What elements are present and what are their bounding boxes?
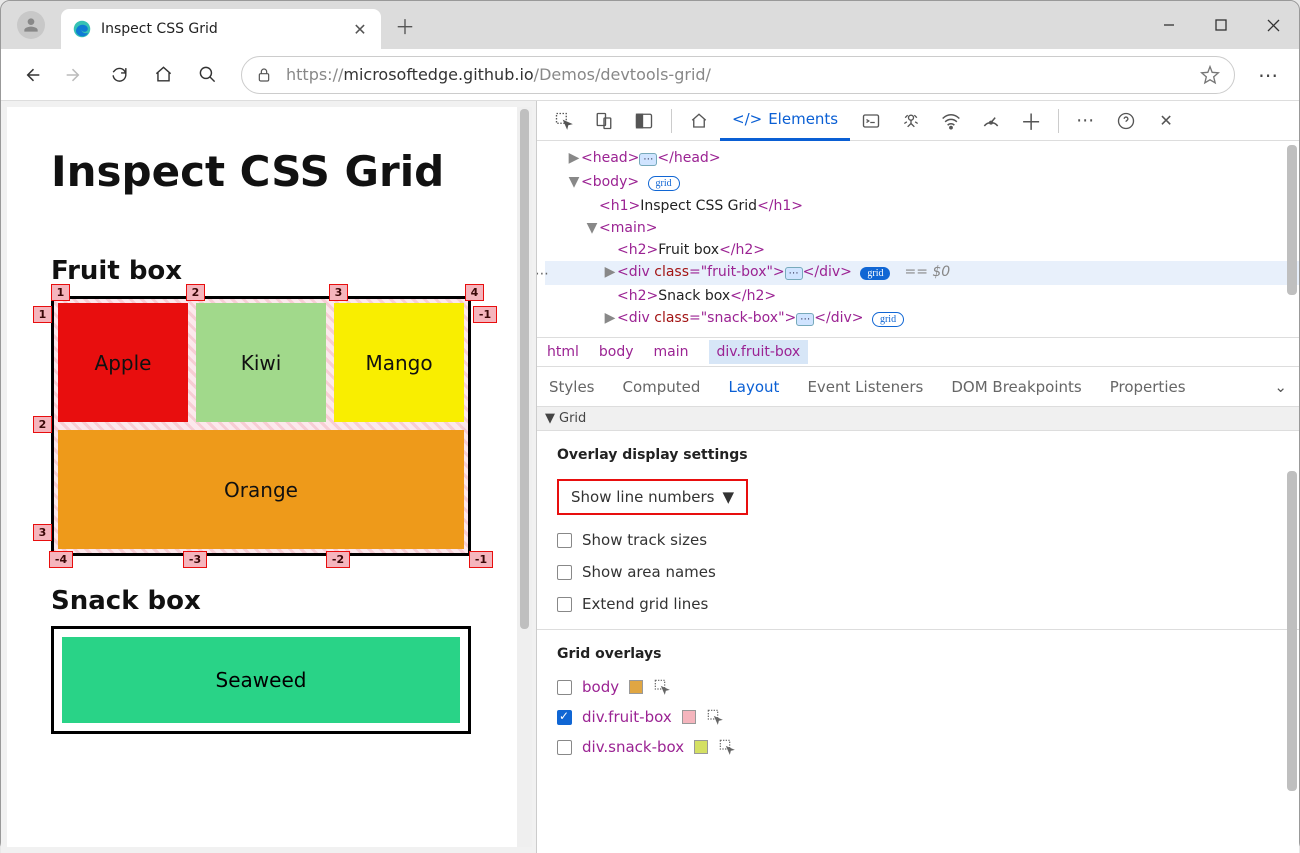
show-track-sizes-checkbox[interactable]: Show track sizes	[557, 531, 1279, 549]
cell-seaweed: Seaweed	[62, 637, 460, 723]
forward-button[interactable]	[55, 55, 95, 95]
line-numbers-dropdown[interactable]: Show line numbers▼	[557, 479, 748, 515]
browser-tab[interactable]: Inspect CSS Grid ✕	[61, 9, 381, 49]
window-maximize-button[interactable]	[1195, 1, 1247, 49]
extend-grid-lines-checkbox[interactable]: Extend grid lines	[557, 595, 1279, 613]
gridline-label: 1	[51, 284, 70, 301]
window-close-button[interactable]	[1247, 1, 1299, 49]
url-scheme: https://	[286, 65, 343, 84]
crumb-selected[interactable]: div.fruit-box	[709, 340, 809, 364]
add-tab-button[interactable]: ＋	[1012, 105, 1050, 137]
url-path: /Demos/devtools-grid/	[534, 65, 711, 84]
overlay-body-row[interactable]: body	[557, 678, 1279, 696]
layout-panel: Overlay display settings Show line numbe…	[537, 431, 1299, 784]
sources-tab-icon[interactable]	[892, 105, 930, 137]
lock-icon	[256, 67, 272, 83]
cell-apple: Apple	[58, 303, 188, 422]
favorite-icon[interactable]	[1200, 65, 1220, 85]
tab-close-button[interactable]: ✕	[351, 20, 369, 38]
snack-box-heading: Snack box	[51, 586, 473, 616]
search-button[interactable]	[187, 55, 227, 95]
gridline-label: 4	[465, 284, 484, 301]
gridline-label: 2	[186, 284, 205, 301]
page-viewport: Inspect CSS Grid Fruit box Apple Kiwi Ma…	[1, 101, 536, 853]
home-button[interactable]	[143, 55, 183, 95]
subtab-event-listeners[interactable]: Event Listeners	[807, 378, 923, 396]
show-area-names-checkbox[interactable]: Show area names	[557, 563, 1279, 581]
grid-overlays-heading: Grid overlays	[557, 646, 1279, 662]
device-emulation-button[interactable]	[585, 105, 623, 137]
elements-tab[interactable]: </>Elements	[720, 101, 850, 141]
gridline-label: -3	[183, 551, 207, 568]
gridline-label: 1	[33, 306, 52, 323]
gridline-label: 3	[33, 524, 52, 541]
profile-avatar[interactable]	[17, 11, 45, 39]
subtab-styles[interactable]: Styles	[549, 378, 595, 396]
layout-scrollbar[interactable]	[1287, 471, 1297, 791]
subtab-computed[interactable]: Computed	[623, 378, 701, 396]
dock-button[interactable]	[625, 105, 663, 137]
tab-title: Inspect CSS Grid	[101, 21, 351, 37]
gridline-label: 3	[329, 284, 348, 301]
page-heading: Inspect CSS Grid	[51, 147, 473, 196]
crumb-body[interactable]: body	[599, 344, 634, 360]
help-button[interactable]	[1107, 105, 1145, 137]
welcome-tab[interactable]	[680, 105, 718, 137]
devtools-close-button[interactable]: ✕	[1147, 105, 1185, 137]
devtools-panel: </>Elements ＋ ⋯ ✕ ▶<head>⋯</head> ▼<body…	[536, 101, 1299, 853]
fruit-box-heading: Fruit box	[51, 256, 473, 286]
address-bar[interactable]: https://microsoftedge.github.io/Demos/de…	[241, 56, 1235, 94]
reveal-icon[interactable]	[718, 739, 736, 755]
menu-button[interactable]: ⋯	[1249, 55, 1289, 95]
console-tab-icon[interactable]	[852, 105, 890, 137]
subtab-properties[interactable]: Properties	[1110, 378, 1186, 396]
page-scrollbar[interactable]	[517, 107, 532, 847]
reveal-icon[interactable]	[706, 709, 724, 725]
overlay-snack-row[interactable]: div.snack-box	[557, 738, 1279, 756]
chevron-down-icon[interactable]: ⌄	[1274, 378, 1287, 396]
dom-tree[interactable]: ▶<head>⋯</head> ▼<body> grid <h1>Inspect…	[537, 141, 1299, 337]
edge-icon	[73, 20, 91, 38]
gridline-label: -4	[49, 551, 73, 568]
url-host: microsoftedge.github.io	[343, 65, 533, 84]
breadcrumb: html body main div.fruit-box	[537, 337, 1299, 367]
new-tab-button[interactable]: ＋	[395, 11, 415, 40]
overlay-settings-heading: Overlay display settings	[557, 447, 1279, 463]
network-tab-icon[interactable]	[932, 105, 970, 137]
subtab-dom-breakpoints[interactable]: DOM Breakpoints	[951, 378, 1081, 396]
content-area: Inspect CSS Grid Fruit box Apple Kiwi Ma…	[1, 101, 1299, 853]
reload-button[interactable]	[99, 55, 139, 95]
window-minimize-button[interactable]	[1143, 1, 1195, 49]
styles-subtabs: Styles Computed Layout Event Listeners D…	[537, 367, 1299, 407]
fruit-box-grid: Apple Kiwi Mango Orange	[51, 296, 471, 556]
reveal-icon[interactable]	[653, 679, 671, 695]
crumb-html[interactable]: html	[547, 344, 579, 360]
crumb-main[interactable]: main	[654, 344, 689, 360]
back-button[interactable]	[11, 55, 51, 95]
dom-scrollbar[interactable]	[1287, 145, 1297, 295]
cell-kiwi: Kiwi	[196, 303, 326, 422]
browser-title-bar: Inspect CSS Grid ✕ ＋	[1, 1, 1299, 49]
grid-section-header[interactable]: ▼Grid	[537, 407, 1299, 431]
browser-toolbar: https://microsoftedge.github.io/Demos/de…	[1, 49, 1299, 101]
gridline-label: 2	[33, 416, 52, 433]
inspect-element-button[interactable]	[545, 105, 583, 137]
gridline-label: -1	[469, 551, 493, 568]
devtools-toolbar: </>Elements ＋ ⋯ ✕	[537, 101, 1299, 141]
subtab-layout[interactable]: Layout	[728, 378, 779, 396]
gridline-label: -2	[326, 551, 350, 568]
snack-box-grid: Seaweed	[51, 626, 471, 734]
devtools-menu-button[interactable]: ⋯	[1067, 105, 1105, 137]
overlay-fruit-row[interactable]: div.fruit-box	[557, 708, 1279, 726]
cell-orange: Orange	[58, 430, 464, 549]
cell-mango: Mango	[334, 303, 464, 422]
gridline-label: -1	[473, 306, 497, 323]
performance-tab-icon[interactable]	[972, 105, 1010, 137]
